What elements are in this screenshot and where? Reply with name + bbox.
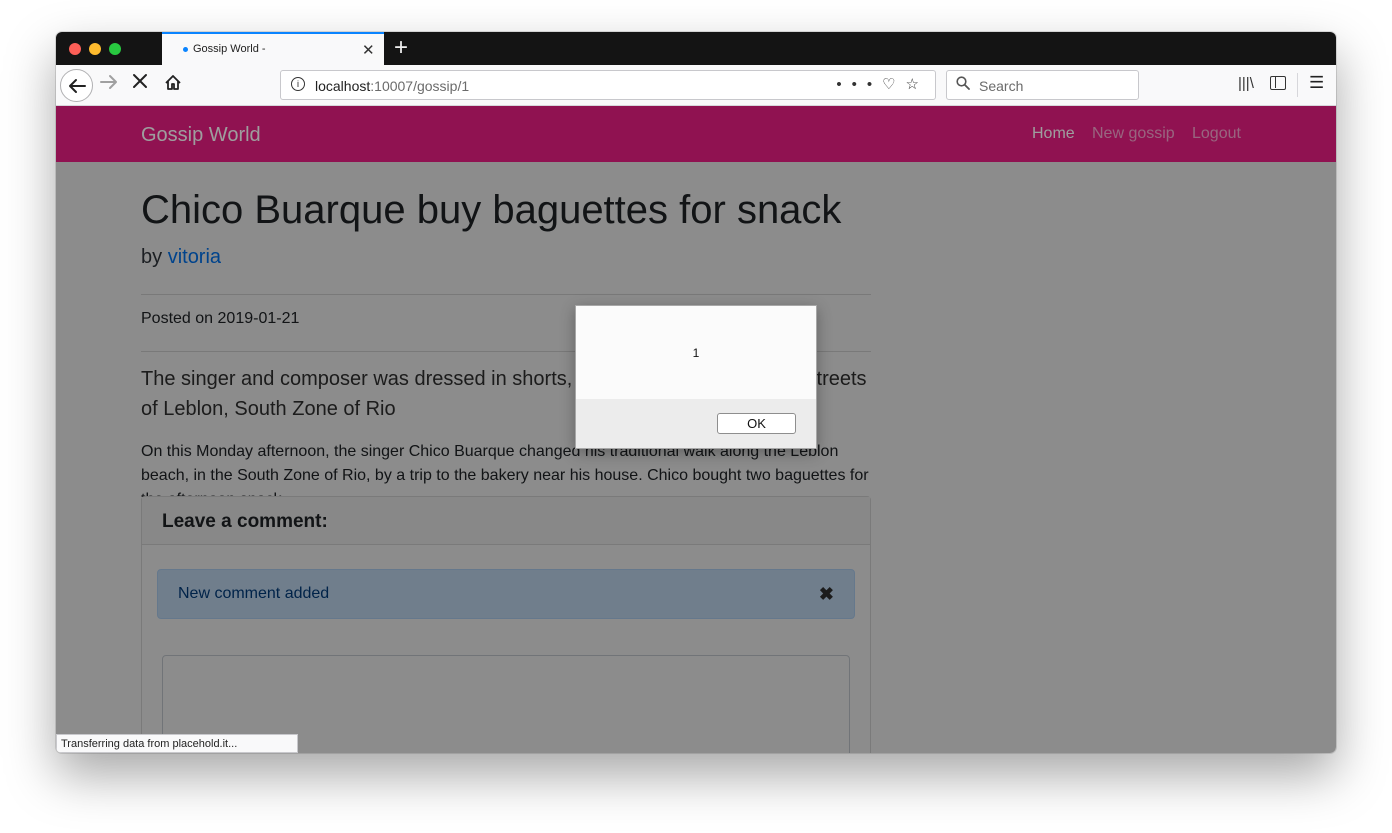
forward-button[interactable] xyxy=(100,74,118,95)
close-window-button[interactable] xyxy=(69,43,81,55)
maximize-window-button[interactable] xyxy=(109,43,121,55)
more-actions-icon[interactable]: ••• xyxy=(836,76,882,93)
status-bar: Transferring data from placehold.it... xyxy=(56,734,298,753)
url-text[interactable]: localhost:10007/gossip/1 xyxy=(315,78,469,94)
modal-backdrop-navbar xyxy=(56,106,1336,162)
toolbar-divider xyxy=(1297,73,1298,97)
info-icon[interactable]: i xyxy=(291,77,305,91)
browser-window: Gossip World - ✕ + i localhost:10007/gos… xyxy=(56,32,1336,753)
ok-button[interactable]: OK xyxy=(717,413,796,434)
close-icon xyxy=(133,74,147,88)
search-placeholder: Search xyxy=(979,78,1024,94)
sidebar-icon[interactable] xyxy=(1270,76,1286,90)
pocket-icon[interactable]: ♡ xyxy=(882,76,905,93)
stop-button[interactable] xyxy=(132,73,148,95)
home-button[interactable] xyxy=(164,74,182,96)
hamburger-menu-icon[interactable]: ☰ xyxy=(1309,73,1324,93)
dialog-message: 1 xyxy=(692,346,700,360)
library-icon[interactable]: |||\ xyxy=(1238,75,1254,92)
minimize-window-button[interactable] xyxy=(89,43,101,55)
tab-close-icon[interactable]: ✕ xyxy=(362,41,375,59)
web-page: Gossip World Home New gossip Logout Chic… xyxy=(56,106,1336,753)
search-icon xyxy=(956,76,970,90)
home-icon xyxy=(165,75,181,90)
search-bar[interactable]: Search xyxy=(946,70,1139,100)
navigation-toolbar: i localhost:10007/gossip/1 •••♡☆ Search … xyxy=(56,65,1336,106)
loading-indicator-icon xyxy=(183,47,188,52)
page-actions[interactable]: •••♡☆ xyxy=(836,75,929,93)
back-button[interactable] xyxy=(60,69,93,102)
url-bar[interactable]: i localhost:10007/gossip/1 •••♡☆ xyxy=(280,70,936,100)
arrow-left-icon xyxy=(68,78,86,93)
new-tab-button[interactable]: + xyxy=(394,34,408,62)
tab-title: Gossip World - xyxy=(193,43,266,55)
star-icon[interactable]: ☆ xyxy=(906,76,929,93)
modal-backdrop xyxy=(56,162,1336,753)
alert-dialog: 1 OK xyxy=(575,305,817,449)
tab-strip: Gossip World - ✕ + xyxy=(56,32,1336,65)
arrow-right-icon xyxy=(100,75,117,89)
tab-gossip-world[interactable]: Gossip World - ✕ xyxy=(162,32,384,65)
